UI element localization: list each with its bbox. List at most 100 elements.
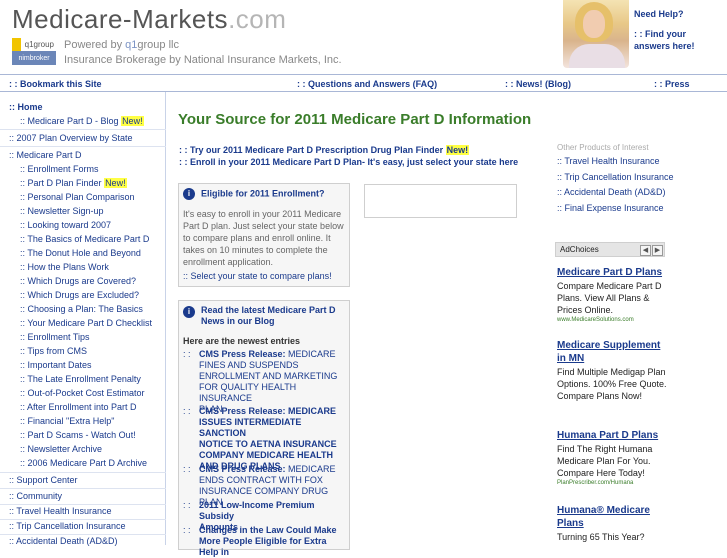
info-icon: i bbox=[183, 306, 195, 318]
other-final-expense-link[interactable]: :: Final Expense Insurance bbox=[557, 203, 664, 213]
faq-link[interactable]: : : Questions and Answers (FAQ) bbox=[297, 79, 437, 89]
sidebar-divider bbox=[0, 146, 166, 147]
blog-entry-title: More People Eligible for Extra Help in bbox=[199, 536, 327, 557]
select-state-link[interactable]: :: Select your state to compare plans! bbox=[183, 271, 332, 281]
sidebar-item-how-plans-work[interactable]: :: How the Plans Work bbox=[20, 260, 186, 274]
find-answers-link[interactable]: : : Find your answers here! bbox=[634, 28, 695, 52]
chevron-right-icon[interactable]: ▶ bbox=[652, 245, 663, 256]
ad-url[interactable]: www.MedicareSolutions.com bbox=[557, 317, 667, 323]
help-woman-photo bbox=[563, 0, 629, 68]
ad-item[interactable]: Humana® Medicare Plans Turning 65 This Y… bbox=[557, 504, 667, 543]
ad-item[interactable]: Medicare Part D Plans Compare Medicare P… bbox=[557, 266, 667, 323]
blog-header-line2: News in our Blog bbox=[201, 316, 275, 326]
other-products-header: Other Products of Interest bbox=[557, 143, 649, 152]
other-accidental-death-link[interactable]: :: Accidental Death (AD&D) bbox=[557, 187, 666, 197]
blog-entry-text: FOR QUALITY HEALTH INSURANCE bbox=[199, 382, 297, 403]
logo-badge-top: q1group bbox=[21, 38, 56, 51]
q1group-logo[interactable]: q1group nimbroker bbox=[12, 38, 56, 65]
blog-entry-title: ISSUES INTERMEDIATE SANCTION bbox=[199, 417, 302, 438]
sidebar-item-after-enrollment[interactable]: :: After Enrollment into Part D bbox=[20, 400, 186, 414]
blog-header[interactable]: i Read the latest Medicare Part D News i… bbox=[183, 305, 336, 327]
eligible-text-line: Part D plan. Just select your state belo… bbox=[183, 221, 344, 231]
powered-prefix: Powered by bbox=[64, 39, 126, 51]
plan-finder-link[interactable]: : : Try our 2011 Medicare Part D Prescri… bbox=[179, 144, 518, 156]
eligible-text-line: to compare plans and enroll online. It bbox=[183, 233, 331, 243]
blog-entry-text: MEDICARE bbox=[285, 464, 336, 474]
ad-item[interactable]: Humana Part D Plans Find The Right Human… bbox=[557, 429, 667, 486]
sidebar-item-travel-health[interactable]: :: Travel Health Insurance bbox=[9, 504, 175, 518]
find-answers-line1: : : Find your bbox=[634, 29, 686, 39]
sidebar-item-important-dates[interactable]: :: Important Dates bbox=[20, 358, 186, 372]
adchoices-bar: AdChoices ◀ ▶ bbox=[555, 242, 665, 257]
ad-url[interactable]: PlanPrescriber.com/Humana bbox=[557, 480, 667, 486]
sidebar-item-late-penalty[interactable]: :: The Late Enrollment Penalty bbox=[20, 372, 186, 386]
sidebar-item-donut-hole[interactable]: :: The Donut Hole and Beyond bbox=[20, 246, 186, 260]
ad-title[interactable]: Humana® Medicare Plans bbox=[557, 504, 667, 530]
sidebar-nav: :: Home :: Medicare Part D - Blog New! :… bbox=[0, 92, 166, 546]
sidebar-item-accidental-death[interactable]: :: Accidental Death (AD&D) bbox=[9, 534, 175, 548]
blog-entry[interactable]: : : Changes in the Law Could Make More P… bbox=[183, 525, 347, 558]
sidebar-item-checklist[interactable]: :: Your Medicare Part D Checklist bbox=[20, 316, 186, 330]
sidebar-item-blog-label: :: Medicare Part D - Blog bbox=[20, 116, 119, 126]
sidebar-item-trip-cancellation[interactable]: :: Trip Cancellation Insurance bbox=[9, 519, 175, 533]
sidebar-item-home[interactable]: :: Home bbox=[9, 100, 175, 114]
photo-shirt bbox=[569, 44, 625, 68]
blog-entry-text: ENDS CONTRACT WITH FOX bbox=[199, 475, 323, 485]
brokerage-text: Insurance Brokerage by National Insuranc… bbox=[64, 54, 342, 66]
eligible-header: i Eligible for 2011 Enrollment? bbox=[183, 188, 325, 200]
eligible-text: It's easy to enroll in your 2011 Medicar… bbox=[183, 208, 344, 268]
eligible-text-line: It's easy to enroll in your 2011 Medicar… bbox=[183, 209, 342, 219]
sidebar-item-medicare-part-d[interactable]: :: Medicare Part D bbox=[9, 148, 175, 162]
logo-com: .com bbox=[228, 4, 287, 34]
bookmark-link[interactable]: : : Bookmark this Site bbox=[9, 79, 102, 89]
ad-description: Find The Right Humana Medicare Plan For … bbox=[557, 444, 653, 478]
sidebar-item-cost-estimator[interactable]: :: Out-of-Pocket Cost Estimator bbox=[20, 386, 186, 400]
sidebar-item-looking-2007[interactable]: :: Looking toward 2007 bbox=[20, 218, 186, 232]
sidebar-item-community[interactable]: :: Community bbox=[9, 489, 175, 503]
sidebar-item-drugs-covered[interactable]: :: Which Drugs are Covered? bbox=[20, 274, 186, 288]
other-trip-cancellation-link[interactable]: :: Trip Cancellation Insurance bbox=[557, 172, 674, 182]
blog-entry[interactable]: : : CMS Press Release: MEDICARE ISSUES I… bbox=[183, 406, 347, 472]
page-title: Your Source for 2011 Medicare Part D Inf… bbox=[178, 111, 532, 128]
header: Medicare-Markets.com q1group nimbroker P… bbox=[0, 0, 727, 75]
sidebar-item-newsletter-archive[interactable]: :: Newsletter Archive bbox=[20, 442, 186, 456]
blog-bullet: : : bbox=[183, 525, 191, 535]
blog-entry-title: COMPANY MEDICARE HEALTH bbox=[199, 450, 334, 460]
logo-main: Medicare-Markets bbox=[12, 4, 229, 34]
sidebar-item-choosing-plan[interactable]: :: Choosing a Plan: The Basics bbox=[20, 302, 186, 316]
blog-subheader: Here are the newest entries bbox=[183, 336, 301, 346]
sidebar-item-support[interactable]: :: Support Center bbox=[9, 473, 175, 487]
ad-title[interactable]: Medicare Part D Plans bbox=[557, 266, 667, 279]
other-travel-health-link[interactable]: :: Travel Health Insurance bbox=[557, 156, 660, 166]
blog-box: i Read the latest Medicare Part D News i… bbox=[178, 300, 350, 557]
chevron-left-icon[interactable]: ◀ bbox=[640, 245, 651, 256]
press-link[interactable]: : : Press bbox=[654, 79, 690, 89]
sidebar-item-plan-finder[interactable]: :: Part D Plan Finder New! bbox=[20, 176, 186, 190]
blog-entry-text: FINES AND SUSPENDS bbox=[199, 360, 299, 370]
sidebar-item-extra-help[interactable]: :: Financial "Extra Help" bbox=[20, 414, 186, 428]
adchoices-label[interactable]: AdChoices bbox=[560, 245, 599, 254]
need-help-label: Need Help? bbox=[634, 9, 684, 19]
state-selector-box[interactable] bbox=[364, 184, 517, 218]
sidebar-item-blog[interactable]: :: Medicare Part D - Blog New! bbox=[20, 114, 186, 128]
sidebar-item-plan-overview[interactable]: :: 2007 Plan Overview by State bbox=[9, 131, 175, 145]
sidebar-item-2006-archive[interactable]: :: 2006 Medicare Part D Archive bbox=[20, 456, 186, 470]
ad-title[interactable]: Medicare Supplement in MN bbox=[557, 339, 667, 365]
sidebar-item-plan-comparison[interactable]: :: Personal Plan Comparison bbox=[20, 190, 186, 204]
sidebar-item-scams[interactable]: :: Part D Scams - Watch Out! bbox=[20, 428, 186, 442]
ad-title[interactable]: Humana Part D Plans bbox=[557, 429, 667, 442]
sidebar-item-drugs-excluded[interactable]: :: Which Drugs are Excluded? bbox=[20, 288, 186, 302]
sidebar-item-basics[interactable]: :: The Basics of Medicare Part D bbox=[20, 232, 186, 246]
find-answers-line2: answers here! bbox=[634, 41, 695, 51]
eligible-text-line: takes on 10 minutes to complete the bbox=[183, 245, 328, 255]
new-badge: New! bbox=[445, 145, 470, 155]
sidebar-item-enrollment-tips[interactable]: :: Enrollment Tips bbox=[20, 330, 186, 344]
site-logo[interactable]: Medicare-Markets.com bbox=[12, 4, 286, 35]
sidebar-item-enrollment-forms[interactable]: :: Enrollment Forms bbox=[20, 162, 186, 176]
enroll-link[interactable]: : : Enroll in your 2011 Medicare Part D … bbox=[179, 156, 518, 168]
sidebar-item-tips-cms[interactable]: :: Tips from CMS bbox=[20, 344, 186, 358]
sidebar-item-newsletter-signup[interactable]: :: Newsletter Sign-up bbox=[20, 204, 186, 218]
ad-item[interactable]: Medicare Supplement in MN Find Multiple … bbox=[557, 339, 667, 402]
blog-entry-title: CMS Press Release: bbox=[199, 464, 286, 474]
news-blog-link[interactable]: : : News! (Blog) bbox=[505, 79, 571, 89]
